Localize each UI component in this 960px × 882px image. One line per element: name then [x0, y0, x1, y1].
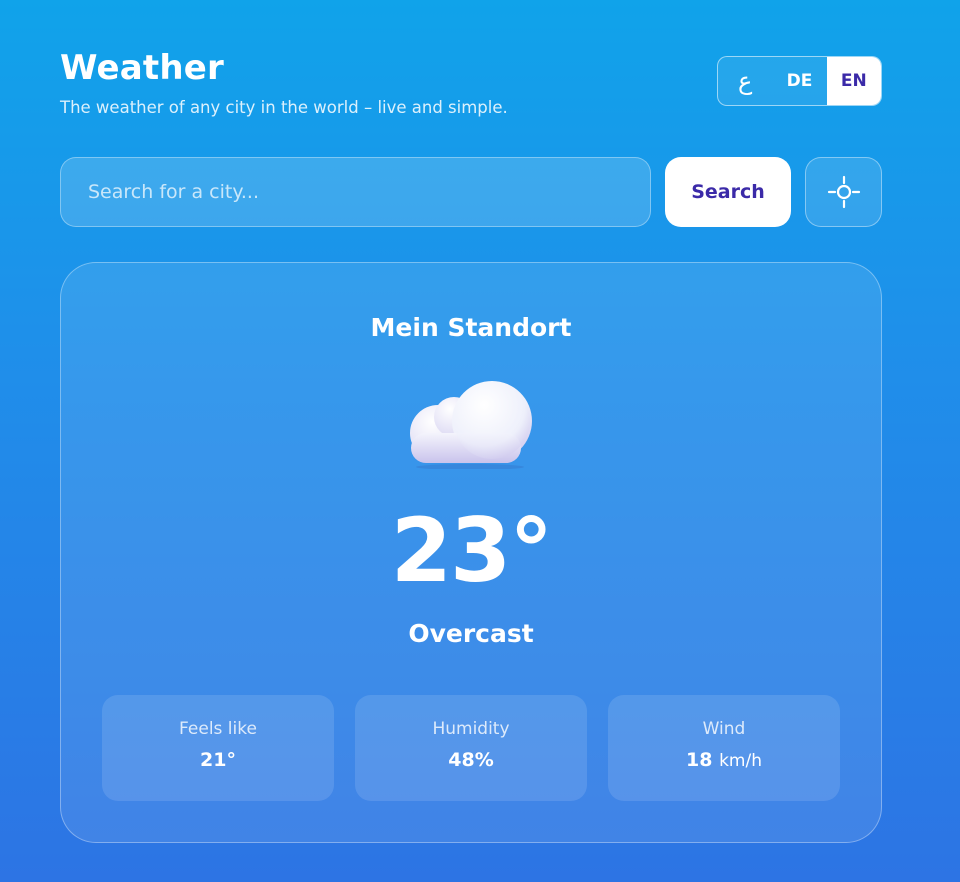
weather-condition: Overcast — [408, 619, 534, 648]
wind-stat: Wind 18 km/h — [608, 695, 840, 801]
cloud-icon — [410, 381, 532, 469]
wind-unit: km/h — [719, 751, 762, 771]
current-temperature: 23° — [390, 499, 553, 602]
app-title: Weather — [60, 48, 224, 88]
search-button[interactable]: Search — [665, 157, 791, 227]
current-weather-card: Mein Standort 23° Overcast Feels like 21… — [60, 262, 882, 843]
feels-like-label: Feels like — [179, 719, 257, 739]
wind-value: 18 — [686, 749, 713, 771]
crosshair-icon — [827, 175, 860, 209]
humidity-label: Humidity — [432, 719, 510, 739]
humidity-stat: Humidity 48% — [355, 695, 587, 801]
language-button-de[interactable]: DE — [772, 57, 826, 105]
feels-like-stat: Feels like 21° — [102, 695, 334, 801]
language-switcher: ع DE EN — [717, 56, 882, 106]
feels-like-value: 21° — [200, 749, 236, 771]
location-name: Mein Standort — [370, 313, 572, 342]
language-button-ar[interactable]: ع — [718, 57, 772, 105]
wind-value-row: 18 km/h — [608, 749, 840, 771]
locate-me-button[interactable] — [805, 157, 882, 227]
app-header: Weather The weather of any city in the w… — [60, 48, 508, 117]
city-search-input[interactable] — [60, 157, 651, 227]
app-subtitle: The weather of any city in the world – l… — [60, 98, 508, 117]
language-button-en[interactable]: EN — [826, 57, 881, 105]
wind-label: Wind — [702, 719, 746, 739]
humidity-value: 48% — [448, 749, 494, 771]
